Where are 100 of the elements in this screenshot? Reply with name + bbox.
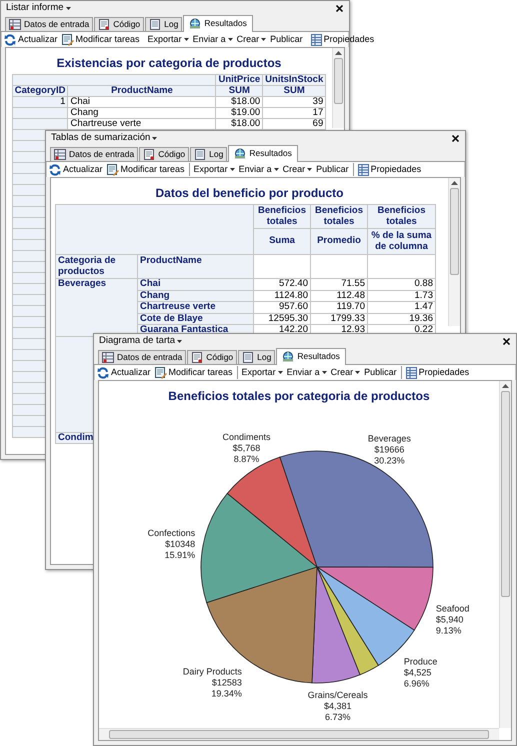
slice-label: Beverages $19666 30.23%	[368, 433, 411, 466]
caret-icon	[355, 371, 360, 374]
close-icon	[503, 338, 510, 344]
table-cell: 1124.80	[254, 290, 310, 302]
document-icon	[191, 352, 204, 363]
table-cell: 957.60	[254, 302, 310, 313]
caret-icon	[261, 38, 266, 41]
slice-label: Dairy Products $12583 19.34%	[182, 666, 242, 699]
caret-icon	[230, 168, 235, 171]
menu-button[interactable]: Enviar a	[238, 163, 279, 176]
table-cell: 572.40	[254, 278, 310, 290]
column-header: UnitsInStock	[262, 74, 326, 86]
tab[interactable]: Resultados	[228, 145, 298, 162]
refresh-button[interactable]: Actualizar	[4, 33, 58, 46]
tab[interactable]: Log	[145, 17, 182, 31]
tab[interactable]: Datos de entrada	[98, 350, 186, 364]
refresh-icon	[97, 366, 109, 378]
document-icon	[242, 352, 254, 363]
tab[interactable]: Código	[94, 17, 144, 31]
menu-button[interactable]: Crear	[330, 366, 360, 379]
slice-label: Grains/Cereals $4,381 6.73%	[308, 690, 368, 722]
column-header: Promedio	[310, 228, 368, 254]
window-title-menu[interactable]: Tablas de sumarización	[51, 132, 158, 144]
table-cell: 71.55	[310, 278, 368, 290]
column-header: Beneficios totales	[254, 204, 310, 228]
window-title-menu[interactable]: Listar informe	[6, 2, 71, 14]
table-cell: 1.47	[368, 302, 436, 313]
menu-button[interactable]: Exportar	[194, 163, 235, 176]
close-button[interactable]	[501, 338, 512, 344]
caret-icon	[177, 340, 182, 342]
table-cell: 112.48	[310, 290, 368, 302]
close-icon	[336, 4, 343, 12]
refresh-icon	[4, 34, 16, 46]
edit-document-icon	[62, 34, 74, 46]
menu-button[interactable]: Exportar	[148, 33, 189, 46]
scroll-up-arrow-icon	[451, 181, 458, 185]
row-header: Beverages	[56, 278, 138, 336]
menu-button[interactable]: Crear	[236, 33, 266, 46]
refresh-button[interactable]: Actualizar	[49, 163, 103, 176]
table-cell: 1799.33	[310, 313, 368, 324]
tab[interactable]: Resultados	[276, 348, 346, 365]
edit-button[interactable]: Modificar tareas	[154, 366, 233, 379]
table-icon	[54, 149, 66, 160]
properties-icon	[310, 34, 322, 46]
column-header: % de la suma de columna	[368, 228, 436, 254]
edit-button[interactable]: Modificar tareas	[106, 163, 185, 176]
close-icon	[452, 134, 459, 142]
refresh-icon	[49, 164, 61, 176]
refresh-button[interactable]: Actualizar	[97, 366, 151, 379]
tab[interactable]: Datos de entrada	[5, 17, 94, 31]
tab[interactable]: Log	[238, 350, 276, 364]
chart-title: Beneficios totales por categoria de productos	[167, 389, 431, 403]
toolbar-button[interactable]: Publicar	[270, 33, 303, 46]
row-header: Chartreuse verte	[138, 302, 254, 313]
window-title-menu[interactable]: Diagrama de tarta	[99, 335, 182, 347]
caret-icon	[322, 371, 327, 374]
table-icon	[102, 352, 114, 363]
close-button[interactable]	[450, 134, 461, 142]
slice-label: Seafood $5,940 9.13%	[436, 603, 470, 636]
tab[interactable]: Log	[190, 147, 228, 161]
globe-icon	[234, 148, 246, 159]
vertical-scrollbar[interactable]	[448, 178, 460, 326]
toolbar-button[interactable]: Publicar	[316, 163, 349, 176]
menu-button[interactable]: Enviar a	[286, 366, 327, 379]
tab[interactable]: Código	[187, 350, 238, 364]
edit-button[interactable]: Modificar tareas	[62, 33, 140, 46]
properties-icon	[358, 164, 369, 176]
document-icon	[149, 19, 162, 30]
tab[interactable]: Datos de entrada	[50, 147, 138, 161]
properties-icon	[406, 366, 417, 378]
table-cell: 1.73	[368, 290, 436, 302]
table-cell: 1	[12, 96, 68, 108]
vertical-scrollbar[interactable]	[332, 48, 344, 128]
horizontal-scrollbar[interactable]	[99, 728, 499, 740]
tab[interactable]: Resultados	[183, 15, 253, 32]
menu-button[interactable]: Enviar a	[192, 33, 233, 46]
vertical-scrollbar[interactable]	[499, 381, 511, 728]
close-button[interactable]	[334, 4, 345, 12]
table-cell: Chartreuse verte	[68, 118, 216, 130]
column-header: Beneficios totales	[310, 204, 368, 228]
menu-button[interactable]: Crear	[282, 163, 312, 176]
properties-button[interactable]: Propiedades	[310, 33, 374, 46]
caret-icon	[307, 168, 312, 171]
report-title: Existencias por categoria de productos	[56, 56, 282, 70]
slice-label: Condiments $5,768 8.87%	[222, 432, 271, 464]
row-header: Chang	[138, 290, 254, 302]
table-cell: Chang	[68, 108, 216, 118]
tab[interactable]: Código	[139, 147, 190, 161]
caret-icon	[184, 38, 189, 41]
slice-label: Produce $4,525 6.96%	[404, 656, 438, 688]
document-icon	[194, 149, 206, 160]
row-header: ProductName	[138, 254, 254, 278]
slice-label: Confections $10348 15.91%	[148, 528, 196, 560]
properties-button[interactable]: Propiedades	[358, 163, 422, 176]
properties-button[interactable]: Propiedades	[406, 366, 470, 379]
row-header: Cote de Blaye	[138, 313, 254, 324]
row-header: Chai	[138, 278, 254, 290]
menu-button[interactable]: Exportar	[242, 366, 283, 379]
toolbar-button[interactable]: Publicar	[364, 366, 397, 379]
caret-icon	[66, 6, 71, 10]
